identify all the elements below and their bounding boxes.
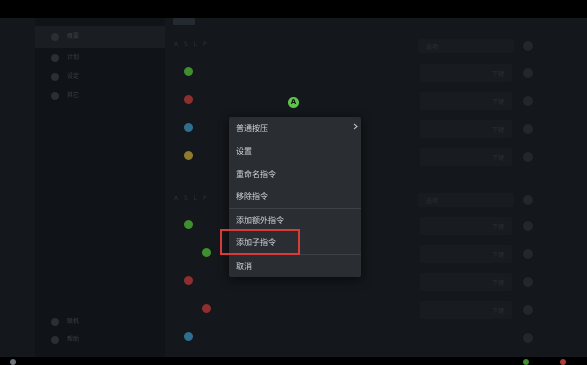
key-field[interactable]: 下键 (420, 64, 512, 82)
key-field[interactable]: 下键 (420, 301, 512, 319)
status-dot-icon (184, 151, 193, 160)
dropdown-value: 选项 (426, 44, 439, 51)
menu-item-normal-press[interactable]: 普通按压 (229, 117, 361, 139)
status-red-icon (560, 359, 566, 365)
mode-dropdown[interactable]: 选项 (418, 193, 514, 207)
dropdown-value: 选项 (426, 198, 439, 205)
gear-icon (51, 54, 59, 62)
menu-item-label: 普通按压 (236, 124, 268, 133)
home-icon (51, 33, 59, 41)
status-dot-icon (184, 276, 193, 285)
status-dot-icon (184, 220, 193, 229)
mode-dropdown[interactable]: 选项 (418, 39, 514, 53)
top-black-bar (0, 0, 587, 18)
list-item[interactable]: 下键 (170, 298, 520, 322)
sidebar-item-overview[interactable]: 概要 (35, 26, 165, 48)
toggle-circle[interactable] (523, 305, 533, 315)
section-label: A S L P (174, 195, 209, 202)
sidebar-item-label: 设定 (67, 73, 80, 80)
app-logo (173, 18, 195, 25)
sidebar-item-label: 联机 (67, 318, 80, 325)
key-field[interactable]: 下键 (420, 273, 512, 291)
toggle-circle[interactable] (523, 195, 533, 205)
sidebar-item-label: 帮助 (67, 336, 80, 343)
status-dot-icon (202, 304, 211, 313)
menu-item-cancel[interactable]: 取消 (229, 255, 361, 277)
status-dot-icon (184, 95, 193, 104)
link-icon (51, 318, 59, 326)
key-field[interactable]: 下键 (420, 92, 512, 110)
toggle-circle[interactable] (523, 249, 533, 259)
status-green-icon (523, 359, 529, 365)
menu-item-settings[interactable]: 设置 (229, 140, 361, 162)
status-dot-icon (184, 67, 193, 76)
status-dot-icon (202, 248, 211, 257)
sidebar-item-label: 概要 (67, 33, 80, 40)
toggle-circle[interactable] (523, 96, 533, 106)
key-field[interactable]: 下键 (420, 120, 512, 138)
toggle-circle[interactable] (523, 68, 533, 78)
sidebar-item-label: 其它 (67, 92, 80, 99)
status-dot-icon (184, 332, 193, 341)
menu-item-remove-command[interactable]: 移除指令 (229, 185, 361, 207)
bottom-black-bar (0, 357, 587, 365)
grid-icon (51, 92, 59, 100)
sidebar-item-label: 计划 (67, 54, 80, 61)
menu-item-rename-command[interactable]: 重命名指令 (229, 163, 361, 185)
toggle-circle[interactable] (523, 41, 533, 51)
help-icon (51, 336, 59, 344)
highlight-box (220, 229, 300, 255)
menu-item-label: 添加额外指令 (236, 216, 284, 225)
menu-item-label: 重命名指令 (236, 170, 276, 179)
list-item[interactable]: 下键 (170, 61, 520, 85)
toggle-circle[interactable] (523, 152, 533, 162)
chevron-right-icon (353, 123, 358, 130)
start-icon[interactable] (10, 359, 16, 365)
toggle-circle[interactable] (523, 277, 533, 287)
sidebar-item-other[interactable]: 其它 (35, 85, 165, 107)
toggle-circle[interactable] (523, 124, 533, 134)
key-field[interactable]: 下键 (420, 148, 512, 166)
key-field[interactable]: 下键 (420, 217, 512, 235)
menu-item-label: 移除指令 (236, 192, 268, 201)
toggle-circle[interactable] (523, 333, 533, 343)
list-item[interactable]: 下键 (170, 89, 520, 113)
key-field[interactable]: 下键 (420, 245, 512, 263)
sidebar: 概要 计划 设定 其它 联机 帮助 (35, 18, 165, 357)
list-item[interactable] (170, 326, 520, 350)
section-label: A S L P (174, 41, 209, 48)
menu-item-add-extra-command[interactable]: 添加额外指令 (229, 209, 361, 231)
status-dot-icon (184, 123, 193, 132)
sidebar-item-help[interactable]: 帮助 (35, 329, 165, 351)
toggle-circle[interactable] (523, 221, 533, 231)
button-a-marker[interactable]: A (288, 97, 299, 108)
menu-item-label: 取消 (236, 262, 252, 271)
controller-icon (51, 73, 59, 81)
menu-item-label: 设置 (236, 147, 252, 156)
